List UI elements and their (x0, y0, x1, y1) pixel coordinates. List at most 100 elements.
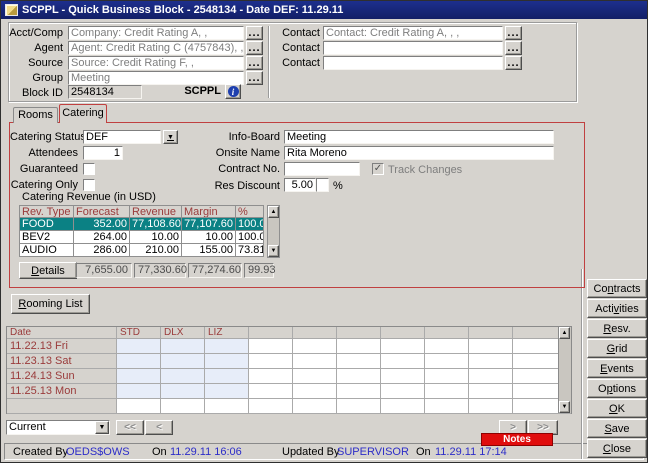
grid-cell[interactable] (117, 354, 161, 369)
grid-cell[interactable] (469, 339, 513, 354)
grid-cell[interactable] (381, 354, 425, 369)
grid-cell[interactable] (249, 354, 293, 369)
group-lookup-button[interactable]: ... (246, 71, 263, 85)
scroll-down-icon[interactable]: ▼ (268, 245, 279, 257)
catering-status-dropdown-button[interactable]: ▼ (163, 130, 178, 144)
source-lookup-button[interactable]: ... (246, 56, 263, 70)
grid-cell[interactable] (161, 354, 205, 369)
block-id-field: 2548134 (68, 85, 142, 99)
grid-cell[interactable] (425, 399, 469, 414)
info-board-field[interactable]: Meeting (284, 130, 554, 144)
scroll-up-icon[interactable]: ▲ (268, 206, 279, 218)
grid-cell[interactable] (293, 354, 337, 369)
tab-rooms[interactable]: Rooms (13, 107, 58, 123)
scroll-down-icon[interactable]: ▼ (559, 401, 570, 413)
revenue-scrollbar[interactable]: ▲ ▼ (267, 205, 280, 258)
grid-cell[interactable] (117, 369, 161, 384)
grid-cell[interactable] (249, 384, 293, 399)
nav-first-button[interactable]: << (116, 420, 144, 435)
grid-cell[interactable] (117, 384, 161, 399)
grid-cell[interactable] (469, 354, 513, 369)
ok-button[interactable]: OK (587, 399, 647, 418)
grid-cell[interactable] (293, 399, 337, 414)
grid-cell[interactable] (337, 369, 381, 384)
grid-cell[interactable] (337, 384, 381, 399)
grid-cell[interactable] (161, 399, 205, 414)
group-field[interactable]: Meeting (68, 71, 244, 85)
contact2-field[interactable] (323, 41, 503, 55)
revenue-row-bev2[interactable]: BEV2 264.00 10.00 10.00 100.00 (19, 231, 280, 244)
contract-no-field[interactable] (284, 162, 360, 176)
res-discount-spin[interactable] (316, 178, 329, 192)
grid-cell[interactable] (205, 399, 249, 414)
contact3-field[interactable] (323, 56, 503, 70)
contracts-button[interactable]: Contracts (587, 279, 647, 298)
contact3-lookup-button[interactable]: ... (505, 56, 522, 70)
grid-button[interactable]: Grid (587, 339, 647, 358)
attendees-field[interactable]: 1 (83, 146, 123, 160)
options-button[interactable]: Options (587, 379, 647, 398)
contact1-lookup-button[interactable]: ... (505, 26, 522, 40)
res-discount-field[interactable]: 5.00 (284, 178, 316, 192)
catering-status-field[interactable]: DEF (83, 130, 161, 144)
grid-cell[interactable] (381, 384, 425, 399)
contact2-lookup-button[interactable]: ... (505, 41, 522, 55)
grid-cell[interactable] (205, 369, 249, 384)
grid-cell[interactable] (117, 339, 161, 354)
agent-field[interactable]: Agent: Credit Rating C (4757843), , (68, 41, 244, 55)
revenue-row-audio[interactable]: AUDIO 286.00 210.00 155.00 73.81 (19, 244, 280, 257)
tab-catering[interactable]: Catering (59, 104, 107, 123)
activities-button[interactable]: Activities (587, 299, 647, 318)
grid-cell[interactable] (293, 384, 337, 399)
revenue-row-food[interactable]: FOOD 352.00 77,108.60 77,107.60 100.00 (19, 218, 280, 231)
grid-cell[interactable] (469, 384, 513, 399)
grid-cell[interactable] (161, 339, 205, 354)
grid-cell[interactable] (425, 339, 469, 354)
grid-cell[interactable] (337, 354, 381, 369)
room-grid: Date STD DLX LIZ 11.22.13 Fri 11.23.13 S… (6, 326, 572, 414)
onsite-name-field[interactable]: Rita Moreno (284, 146, 554, 160)
grid-cell[interactable] (425, 369, 469, 384)
grid-cell[interactable] (293, 369, 337, 384)
track-changes-label: Track Changes (388, 164, 468, 177)
grid-cell[interactable] (381, 399, 425, 414)
grid-cell[interactable] (293, 339, 337, 354)
grid-cell[interactable] (205, 384, 249, 399)
acct-comp-lookup-button[interactable]: ... (246, 26, 263, 40)
col-pct: % (236, 205, 264, 218)
events-button[interactable]: Events (587, 359, 647, 378)
agent-lookup-button[interactable]: ... (246, 41, 263, 55)
grid-cell[interactable] (249, 369, 293, 384)
nav-prev-button[interactable]: < (145, 420, 173, 435)
grid-cell[interactable] (381, 339, 425, 354)
grid-cell[interactable] (205, 339, 249, 354)
grid-cell[interactable] (469, 369, 513, 384)
grid-cell[interactable] (425, 384, 469, 399)
grid-cell[interactable] (337, 399, 381, 414)
grid-cell[interactable] (117, 399, 161, 414)
grid-cell[interactable] (161, 384, 205, 399)
grid-cell[interactable] (205, 354, 249, 369)
grid-cell[interactable] (425, 354, 469, 369)
view-select-arrow-icon[interactable]: ▼ (95, 421, 109, 434)
grid-scrollbar[interactable]: ▲ ▼ (558, 327, 571, 413)
grid-cell[interactable] (249, 399, 293, 414)
property-info-button[interactable]: i (225, 84, 241, 99)
scroll-up-icon[interactable]: ▲ (559, 327, 570, 339)
grid-cell[interactable] (249, 339, 293, 354)
close-button[interactable]: Close (587, 439, 647, 458)
acct-comp-field[interactable]: Company: Credit Rating A, , (68, 26, 244, 40)
grid-cell[interactable] (381, 369, 425, 384)
notes-indicator[interactable]: Notes (481, 433, 553, 446)
catering-only-checkbox[interactable] (83, 179, 95, 191)
grid-cell[interactable] (337, 339, 381, 354)
rooming-list-button[interactable]: Rooming List (11, 294, 90, 314)
contact1-field[interactable]: Contact: Credit Rating A, , , (323, 26, 503, 40)
details-button[interactable]: Details (19, 262, 77, 279)
source-field[interactable]: Source: Credit Rating F, , (68, 56, 244, 70)
guaranteed-checkbox[interactable] (83, 163, 95, 175)
resv-button[interactable]: Resv. (587, 319, 647, 338)
save-button[interactable]: Save (587, 419, 647, 438)
grid-cell[interactable] (469, 399, 513, 414)
grid-cell[interactable] (161, 369, 205, 384)
